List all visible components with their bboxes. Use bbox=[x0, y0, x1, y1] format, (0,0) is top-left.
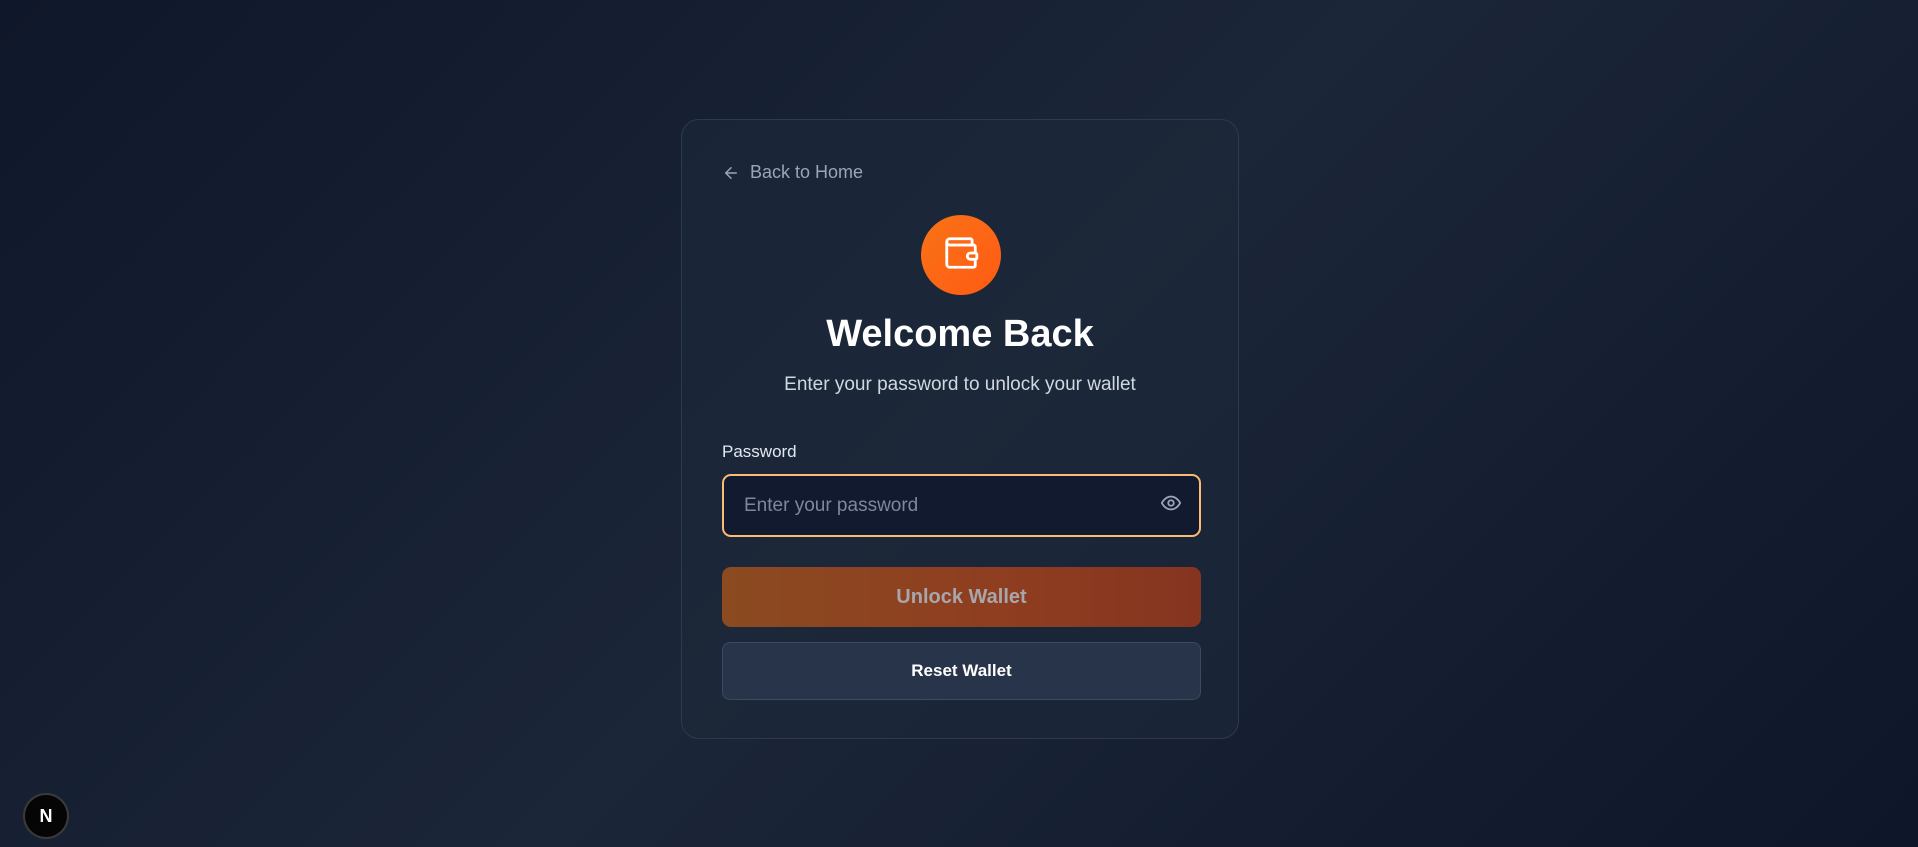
wallet-logo bbox=[921, 215, 1001, 295]
unlock-wallet-button[interactable]: Unlock Wallet bbox=[722, 567, 1201, 627]
wallet-icon bbox=[942, 234, 980, 277]
reset-wallet-button[interactable]: Reset Wallet bbox=[722, 642, 1201, 700]
show-password-toggle[interactable] bbox=[1143, 476, 1199, 535]
page-title: Welcome Back bbox=[826, 313, 1094, 355]
eye-icon bbox=[1160, 492, 1182, 519]
back-to-home-link[interactable]: Back to Home bbox=[722, 162, 863, 183]
unlock-card: Back to Home Welcome Back Enter your pas… bbox=[681, 119, 1239, 739]
password-input[interactable] bbox=[724, 476, 1143, 535]
page-subtitle: Enter your password to unlock your walle… bbox=[784, 374, 1136, 395]
arrow-left-icon bbox=[722, 164, 740, 182]
password-label: Password bbox=[722, 442, 797, 461]
password-field bbox=[722, 474, 1201, 537]
back-link-label: Back to Home bbox=[750, 162, 864, 182]
dev-tools-badge[interactable]: N bbox=[23, 793, 69, 839]
